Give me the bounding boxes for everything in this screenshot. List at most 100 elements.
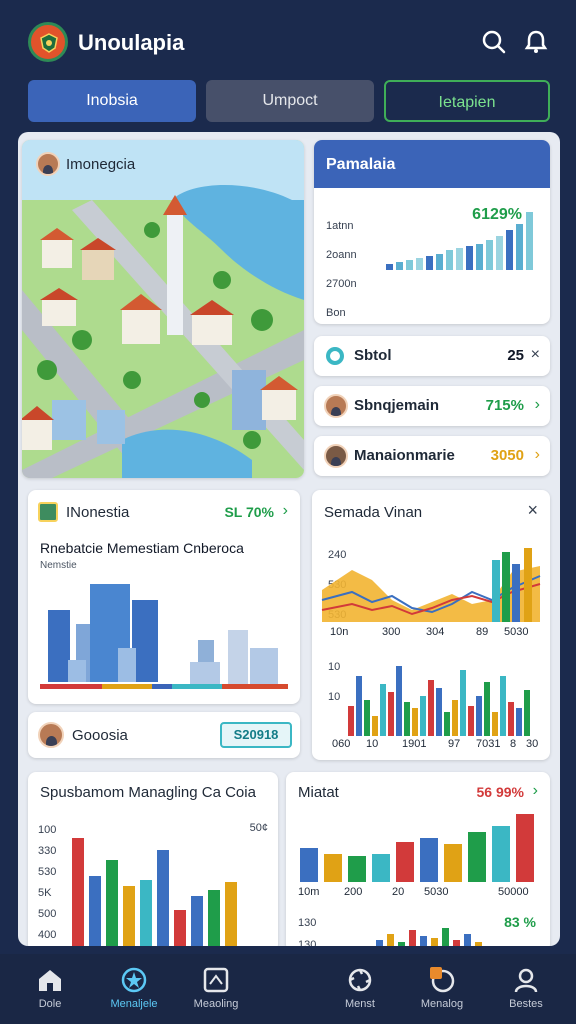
contact-card[interactable]: Gooosia S20918 bbox=[28, 712, 300, 758]
buildings-card-value: SL 70% bbox=[224, 504, 274, 520]
chart-bar bbox=[123, 886, 135, 946]
search-icon[interactable] bbox=[480, 28, 508, 56]
chart-bar bbox=[348, 706, 354, 736]
chevron-right-icon[interactable]: › bbox=[535, 446, 540, 464]
area-chart-xlabels: 10n 300 304 89 5030 bbox=[312, 626, 550, 640]
chevron-right-icon[interactable]: › bbox=[283, 502, 288, 520]
chart-bar bbox=[476, 696, 482, 736]
chart-bar bbox=[396, 842, 414, 882]
bottom-right-xlabels: 10m 200 20 5030 50000 bbox=[286, 886, 550, 900]
chart-bar bbox=[426, 256, 433, 270]
area-chart2-xlabel: 1901 bbox=[402, 738, 427, 750]
chart-bar bbox=[508, 702, 514, 736]
chart-bar bbox=[300, 848, 318, 882]
list-item-sbtol[interactable]: Sbtol 25 × bbox=[314, 336, 550, 376]
chart-bar bbox=[526, 212, 533, 270]
chart-bar bbox=[364, 700, 370, 736]
bottom-left-chart-card[interactable]: Spusbamom Managling Ca Coia 50¢ 100 330 … bbox=[28, 772, 278, 946]
bottom-right-xlabel: 50000 bbox=[498, 886, 529, 898]
bottom-left-bar-chart bbox=[72, 838, 237, 946]
side-chart-ylabel: Bon bbox=[326, 307, 346, 319]
chart-bar bbox=[398, 942, 405, 946]
close-icon[interactable]: × bbox=[527, 500, 538, 521]
tab-umpoct[interactable]: Umpoct bbox=[206, 80, 374, 122]
avatar bbox=[38, 722, 64, 748]
area-chart-xlabel: 10n bbox=[330, 626, 349, 638]
contact-value-badge[interactable]: S20918 bbox=[220, 722, 292, 748]
area-chart2-xlabel: 30 bbox=[526, 738, 539, 750]
chart-bar bbox=[452, 700, 458, 736]
bottom-right-chart-card[interactable]: Miatat 56 99% › 10m 200 20 5030 50000 13… bbox=[286, 772, 550, 946]
chart-bar bbox=[140, 880, 152, 946]
buildings-card[interactable]: INonestia SL 70% › Rnebatcie Memestiam C… bbox=[28, 490, 300, 704]
close-icon[interactable]: × bbox=[531, 346, 540, 364]
building-icon bbox=[38, 502, 58, 522]
chart-bar bbox=[468, 706, 474, 736]
chart-bar bbox=[416, 258, 423, 270]
area-chart2-xlabel: 8 bbox=[510, 738, 517, 750]
chart-bar bbox=[444, 712, 450, 736]
map-card[interactable]: Imonegcia bbox=[22, 140, 304, 478]
chart-bar bbox=[409, 930, 416, 946]
area-chart-xlabel: 89 bbox=[476, 626, 489, 638]
area-chart-card[interactable]: Semada Vinan × 240 530 530 10n 300 304 8… bbox=[312, 490, 550, 760]
area-chart2-xlabel: 060 bbox=[332, 738, 351, 750]
dashboard-icon bbox=[203, 967, 229, 993]
avatar bbox=[324, 394, 348, 418]
chart-bar bbox=[492, 712, 498, 736]
chart-bar bbox=[516, 708, 522, 736]
bottom-right-xlabel: 10m bbox=[298, 886, 320, 898]
nav-item-label: Bestes bbox=[509, 998, 543, 1010]
chart-bar bbox=[106, 860, 118, 946]
city-map-illustration bbox=[22, 140, 304, 478]
app-logo-icon bbox=[28, 22, 68, 62]
chart-bar bbox=[500, 676, 506, 736]
map-avatar bbox=[36, 152, 60, 176]
side-chart-ylabel: 2oann bbox=[326, 249, 357, 261]
chart-bar bbox=[386, 264, 393, 270]
list-item-manaionmarie[interactable]: Manaionmarie 3050 › bbox=[314, 436, 550, 476]
notification-icon[interactable] bbox=[522, 28, 550, 56]
chart-bar bbox=[404, 702, 410, 736]
chart-bar bbox=[72, 838, 84, 946]
chart-bar bbox=[372, 854, 390, 882]
chart-bar bbox=[412, 708, 418, 736]
chevron-right-icon[interactable]: › bbox=[535, 396, 540, 414]
bottom-nav: Dole Menaljele Meaoling Menst Menalog Be… bbox=[0, 954, 576, 1024]
side-chart-ylabel: 2700n bbox=[326, 278, 357, 290]
chart-bar bbox=[174, 910, 186, 946]
side-chart-card[interactable]: Pamalaia 6129% 1atnn 2oann 2700n Bon bbox=[314, 140, 550, 324]
area-card-title: Semada Vinan bbox=[324, 504, 423, 521]
chart-bar bbox=[453, 940, 460, 946]
nav-item-label: Meaoling bbox=[193, 998, 239, 1010]
user-icon bbox=[514, 968, 538, 993]
list-item-sbnqjemain[interactable]: Sbnqjemain 715% › bbox=[314, 386, 550, 426]
nav-item-bestes[interactable]: Bestes bbox=[478, 954, 574, 1024]
tab-bar: Inobsia Umpoct Ietapien bbox=[0, 80, 576, 124]
area-chart2-xlabel: 97 bbox=[448, 738, 461, 750]
bottom-right-xlabel: 5030 bbox=[424, 886, 449, 898]
side-chart-ylabels: 1atnn 2oann 2700n Bon bbox=[326, 212, 357, 324]
nav-item-label: Dole bbox=[38, 998, 62, 1010]
area-bar-chart bbox=[348, 666, 530, 736]
chart-bar bbox=[356, 676, 362, 736]
chart-bar bbox=[484, 682, 490, 736]
chart-bar bbox=[475, 942, 482, 946]
bottom-right-mini-bars bbox=[376, 928, 482, 946]
chart-bar bbox=[446, 250, 453, 270]
chart-bar bbox=[208, 890, 220, 946]
tab-inobsia[interactable]: Inobsia bbox=[28, 80, 196, 122]
nav-item-dole[interactable]: Dole bbox=[2, 954, 98, 1024]
side-header-title: Pamalaia bbox=[326, 156, 396, 173]
map-card-title: Imonegcia bbox=[66, 156, 136, 173]
chart-bar bbox=[406, 260, 413, 270]
chart-bar bbox=[420, 696, 426, 736]
chart-bar bbox=[420, 936, 427, 946]
tab-ietapien[interactable]: Ietapien bbox=[384, 80, 550, 122]
area-chart2-xlabel: 10 bbox=[366, 738, 379, 750]
nav-item-menalog[interactable]: Menalog bbox=[394, 954, 490, 1024]
area-chart2-xlabel: 7031 bbox=[476, 738, 501, 750]
chart-bar bbox=[396, 262, 403, 270]
nav-item-meaoling[interactable]: Meaoling bbox=[168, 954, 264, 1024]
chevron-right-icon[interactable]: › bbox=[533, 782, 538, 800]
